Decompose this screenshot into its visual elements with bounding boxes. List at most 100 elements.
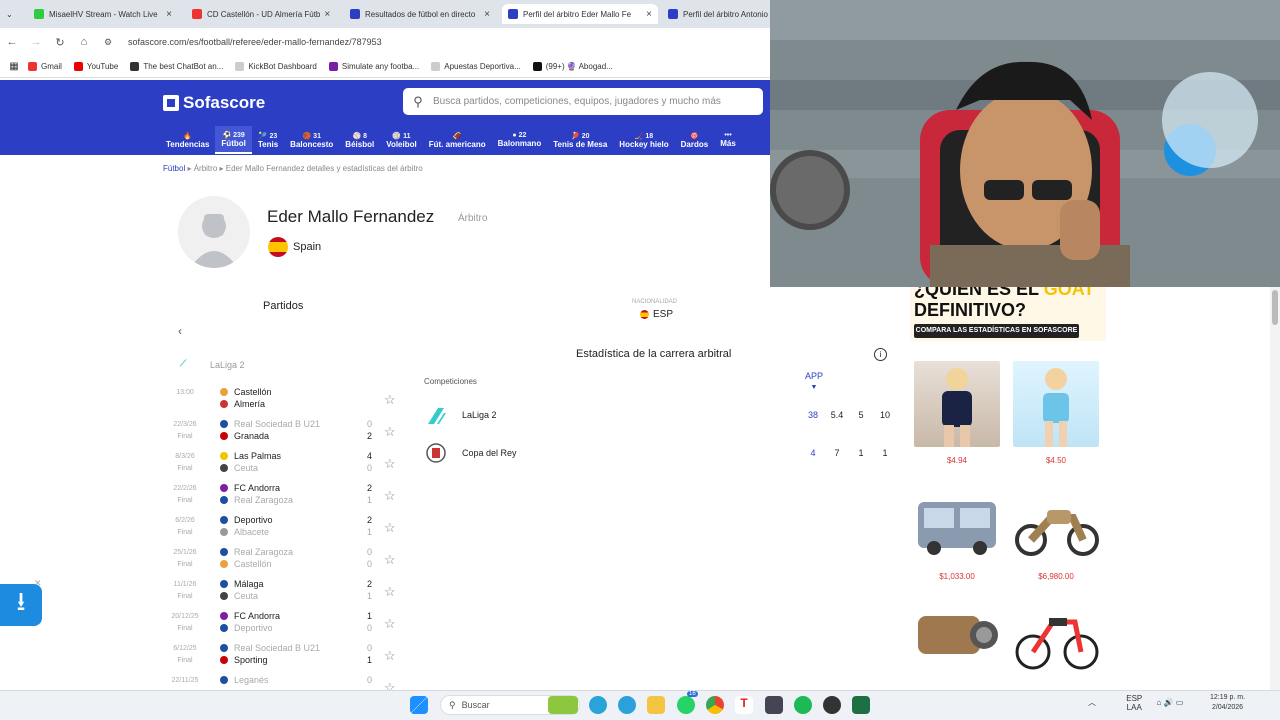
match-row[interactable]: 8/3/26 Final Las Palmas Ceuta 4 0 ☆: [168, 449, 408, 481]
match-row[interactable]: 13:00 Castellón Almería ☆: [168, 385, 408, 417]
favorite-star-icon[interactable]: ☆: [384, 584, 396, 600]
browser-tab[interactable]: Resultados de fútbol en directo ×: [344, 4, 496, 24]
match-row[interactable]: 6/12/25 Final Real Sociedad B U21 Sporting 0…: [168, 641, 408, 673]
sport-tab-table-tennis[interactable]: 🏓 20 Tenis de Mesa: [547, 126, 613, 154]
favorite-star-icon[interactable]: ☆: [384, 520, 396, 536]
sport-tab-american-football[interactable]: 🏈 Fút. americano: [423, 126, 492, 154]
clock[interactable]: 12:19 p. m. 2/04/2026: [1210, 693, 1245, 713]
match-row[interactable]: 6/2/26 Final Deportivo Albacete 2 1 ☆: [168, 513, 408, 545]
back-icon[interactable]: ←: [0, 36, 24, 48]
telegram-icon[interactable]: [618, 696, 636, 714]
text-editor-icon[interactable]: T: [735, 696, 753, 714]
search-input[interactable]: ⚲ Busca partidos, competiciones, equipos,…: [403, 88, 763, 115]
home-icon[interactable]: ⌂: [72, 36, 96, 48]
sport-tab-volleyball[interactable]: 🏐 11 Voleibol: [380, 126, 423, 154]
edge-icon[interactable]: [589, 696, 607, 714]
info-icon[interactable]: i: [874, 348, 887, 361]
whatsapp-icon[interactable]: 16: [677, 691, 698, 714]
ad-cta-button[interactable]: COMPARA LAS ESTADÍSTICAS EN SOFASCORE: [914, 324, 1079, 338]
favorite-star-icon[interactable]: ☆: [384, 552, 396, 568]
match-row[interactable]: 20/12/25 Final FC Andorra Deportivo 1 0 ☆: [168, 609, 408, 641]
favorite-star-icon[interactable]: ☆: [384, 456, 396, 472]
sofascore-logo[interactable]: Sofascore: [163, 93, 265, 113]
favorite-star-icon[interactable]: ☆: [384, 648, 396, 664]
sport-tab-handball[interactable]: ● 22 Balonmano: [492, 126, 548, 154]
home-score: 0: [366, 547, 372, 557]
ad-product-image[interactable]: [914, 361, 1000, 447]
network-icon[interactable]: ⌂: [1156, 698, 1161, 707]
widget-icon[interactable]: [548, 696, 578, 714]
favorite-star-icon[interactable]: ☆: [384, 616, 396, 632]
bookmark-simulate[interactable]: Simulate any footba...: [328, 62, 419, 71]
apps-icon[interactable]: ▦: [0, 61, 28, 72]
ad-product-image[interactable]: [914, 592, 1000, 678]
scrollbar[interactable]: [1270, 287, 1280, 690]
sport-tab-baseball[interactable]: ⚾ 8 Béisbol: [339, 126, 380, 154]
ad-price: $4.50: [1045, 456, 1067, 465]
volume-icon[interactable]: 🔊: [1164, 698, 1174, 707]
stat-value: 5.4: [830, 410, 844, 420]
match-row[interactable]: 22/3/26 Final Real Sociedad B U21 Granada 0 2…: [168, 417, 408, 449]
download-button[interactable]: ⭳: [0, 584, 42, 626]
browser-tab[interactable]: Perfil del árbitro Antonio: [662, 4, 770, 24]
sport-tab-basketball[interactable]: 🏀 31 Baloncesto: [284, 126, 339, 154]
ad-product-image[interactable]: [1013, 488, 1099, 574]
breadcrumb-football[interactable]: Fútbol: [163, 164, 185, 173]
app-column-header[interactable]: APP ▼: [805, 371, 823, 391]
sport-tab-football[interactable]: ⚽ 239 Fútbol: [215, 126, 252, 154]
close-icon[interactable]: ×: [480, 9, 490, 20]
competition-row[interactable]: LaLiga 2: [424, 403, 497, 427]
close-icon[interactable]: ✕: [34, 578, 42, 589]
obs-icon[interactable]: [823, 696, 841, 714]
favorite-star-icon[interactable]: ☆: [384, 424, 396, 440]
browser-tab[interactable]: MisaelHV Stream - Watch Live ×: [28, 4, 178, 24]
match-row[interactable]: 25/1/26 Final Real Zaragoza Castellón 0 0 ☆: [168, 545, 408, 577]
league-header[interactable]: ⟋ LaLiga 2: [180, 358, 245, 372]
match-row[interactable]: 11/1/26 Final Málaga Ceuta 2 1 ☆: [168, 577, 408, 609]
url-field[interactable]: sofascore.com/es/football/referee/eder-m…: [128, 37, 382, 47]
bookmark-youtube[interactable]: YouTube: [73, 62, 118, 71]
chrome-icon[interactable]: [706, 696, 724, 714]
ad-product-image[interactable]: [1013, 592, 1099, 678]
site-info-icon[interactable]: ⚙: [96, 37, 120, 48]
sport-tab-more[interactable]: ••• Más: [714, 126, 742, 154]
language-indicator[interactable]: ESP LAA: [1126, 694, 1142, 712]
chevron-up-icon[interactable]: ︿: [1088, 698, 1096, 707]
bookmark-tiktok[interactable]: (99+) 🔮 Abogad...: [532, 62, 613, 71]
ad-product-image[interactable]: [914, 488, 1000, 574]
away-team: Sporting: [220, 654, 268, 666]
ad-product-image[interactable]: [1013, 361, 1099, 447]
bookmark-kickbot[interactable]: KickBot Dashboard: [235, 62, 317, 71]
calculator-icon[interactable]: [765, 696, 783, 714]
person-icon: [190, 214, 238, 268]
spotify-icon[interactable]: [794, 696, 812, 714]
favorite-star-icon[interactable]: ☆: [384, 488, 396, 504]
sport-tab-tennis[interactable]: 🎾 23 Tenis: [252, 126, 284, 154]
favorite-star-icon[interactable]: ☆: [384, 392, 396, 408]
close-icon[interactable]: ×: [162, 9, 172, 20]
windows-start-icon[interactable]: [410, 696, 428, 714]
folder-icon[interactable]: [647, 696, 665, 714]
sport-tab-darts[interactable]: 🎯 Dardos: [675, 126, 715, 154]
breadcrumb-referee[interactable]: Árbitro: [194, 164, 218, 173]
battery-icon[interactable]: ▭: [1176, 698, 1184, 707]
stat-value: 38: [807, 410, 818, 420]
bookmark-chatbot[interactable]: The best ChatBot an...: [130, 62, 223, 71]
bookmark-apuestas[interactable]: Apuestas Deportiva...: [431, 62, 521, 71]
excel-icon[interactable]: [852, 696, 870, 714]
chevron-left-icon[interactable]: ‹: [178, 324, 182, 338]
sport-tab-trending[interactable]: 🔥 Tendencias: [160, 126, 215, 154]
reload-icon[interactable]: ↻: [48, 36, 72, 49]
close-icon[interactable]: ×: [320, 9, 330, 20]
competition-row[interactable]: Copa del Rey: [424, 441, 517, 465]
browser-tab-active[interactable]: Perfil del árbitro Eder Mallo Fe ×: [502, 4, 658, 24]
match-row[interactable]: 22/2/26 Final FC Andorra Real Zaragoza 2 1 ☆: [168, 481, 408, 513]
close-icon[interactable]: ×: [642, 9, 652, 20]
scrollbar-thumb[interactable]: [1272, 290, 1278, 325]
stat-value: 5: [858, 410, 864, 420]
tab-list-button[interactable]: ⌄: [0, 4, 28, 24]
browser-tab[interactable]: CD Castellón - UD Almería Fútb ×: [186, 4, 336, 24]
forward-icon[interactable]: →: [24, 36, 48, 48]
bookmark-gmail[interactable]: Gmail: [28, 62, 62, 71]
sport-tab-ice-hockey[interactable]: 🏒 18 Hockey hielo: [613, 126, 674, 154]
